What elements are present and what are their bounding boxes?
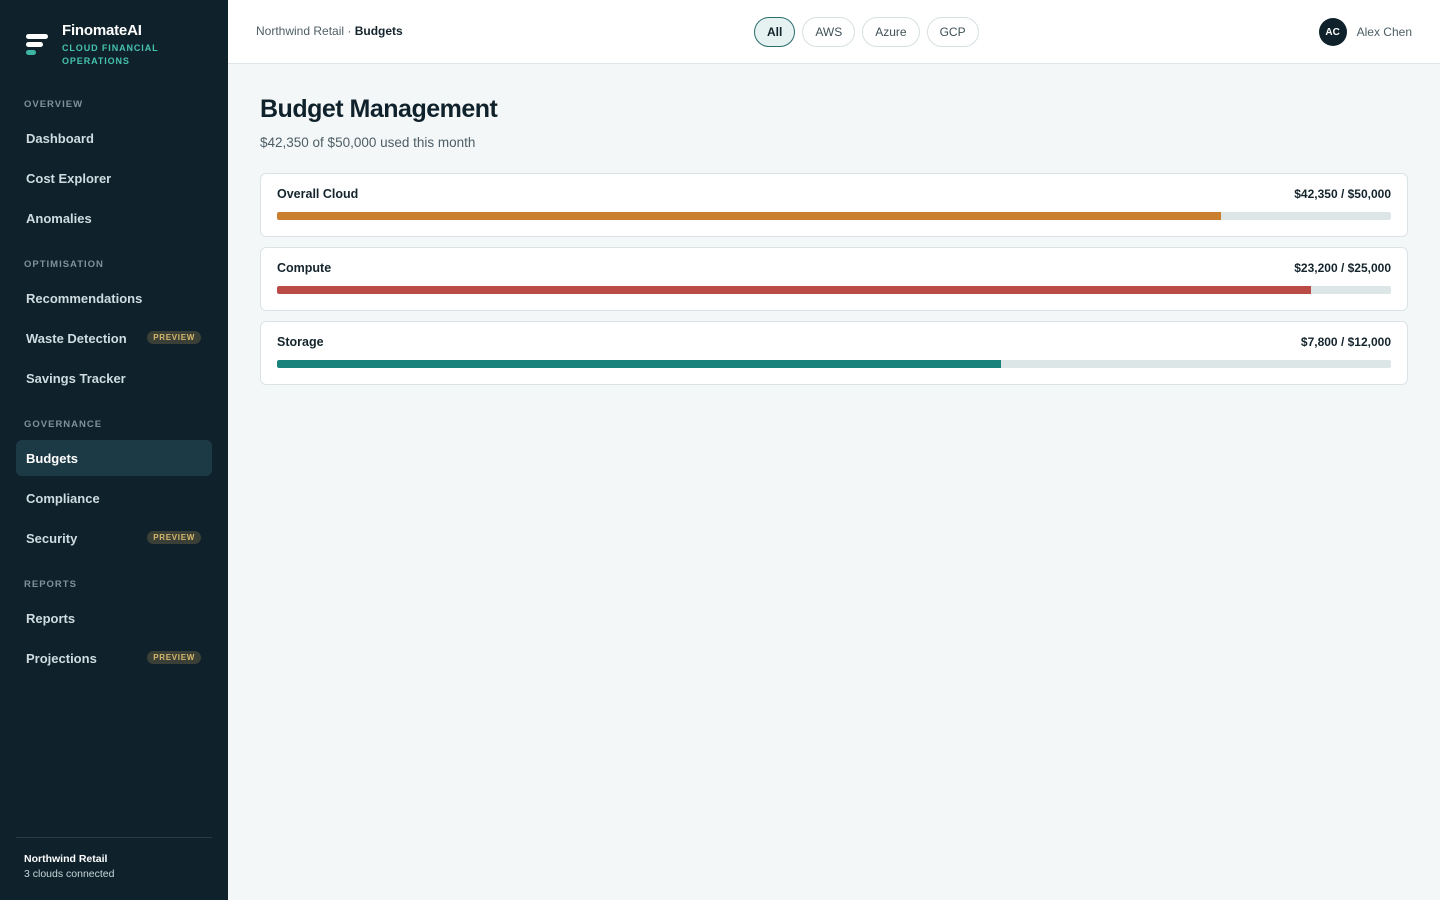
filter-chip-azure[interactable]: Azure [862, 17, 920, 47]
breadcrumb: Northwind Retail · Budgets [256, 24, 403, 38]
budget-progress-fill [277, 286, 1311, 294]
sidebar-item-anomalies[interactable]: Anomalies [16, 200, 212, 236]
tenant-status: 3 clouds connected [24, 868, 115, 880]
sidebar-item-label: Waste Detection [26, 330, 127, 346]
preview-badge: PREVIEW [147, 531, 201, 544]
budget-amount: $7,800 / $12,000 [1300, 335, 1391, 349]
preview-badge: PREVIEW [147, 331, 201, 344]
brand-name: FinomateAI [62, 22, 142, 39]
sidebar-item-label: Reports [26, 610, 76, 626]
sidebar-item-label: Budgets [26, 450, 78, 466]
breadcrumb-separator: · [344, 24, 355, 38]
tenant-name: Northwind Retail [24, 853, 108, 865]
sidebar: FinomateAI CLOUD FINANCIAL OPERATIONS OV… [0, 0, 228, 900]
budget-progress-fill [277, 360, 1002, 368]
budget-amount: $23,200 / $25,000 [1294, 261, 1391, 275]
budget-name: Storage [277, 335, 324, 349]
sidebar-item-label: Savings Tracker [26, 370, 126, 386]
sidebar-item-dashboard[interactable]: Dashboard [16, 120, 212, 156]
filter-chip-all[interactable]: All [754, 17, 796, 47]
budget-amount: $42,350 / $50,000 [1294, 187, 1391, 201]
breadcrumb-parent[interactable]: Northwind Retail [256, 24, 344, 38]
budget-progress-track [277, 360, 1391, 368]
avatar: AC [1318, 18, 1347, 46]
sidebar-item-label: Dashboard [26, 130, 94, 146]
filter-chip-aws[interactable]: AWS [802, 17, 856, 47]
cloud-filter-group: All AWS Azure GCP [754, 17, 986, 47]
sidebar-item-label: Compliance [26, 490, 100, 506]
sidebar-item-recommendations[interactable]: Recommendations [16, 280, 212, 316]
filter-chip-gcp[interactable]: GCP [926, 17, 979, 47]
nav-section-reports: REPORTS [24, 579, 77, 590]
nav-section-governance: GOVERNANCE [24, 419, 103, 430]
sidebar-item-cost-explorer[interactable]: Cost Explorer [16, 160, 212, 196]
sidebar-item-budgets[interactable]: Budgets [16, 440, 212, 476]
budget-card-compute[interactable]: Compute $23,200 / $25,000 [260, 247, 1408, 311]
finomate-logo-icon [26, 34, 50, 60]
page-subtitle: $42,350 of $50,000 used this month [260, 135, 476, 150]
sidebar-item-reports[interactable]: Reports [16, 600, 212, 636]
sidebar-item-label: Cost Explorer [26, 170, 112, 186]
budget-name: Compute [277, 261, 332, 275]
budget-progress-track [277, 212, 1391, 220]
budget-progress-track [277, 286, 1391, 294]
nav-section-overview: OVERVIEW [24, 99, 84, 110]
budget-card-storage[interactable]: Storage $7,800 / $12,000 [260, 321, 1408, 385]
budget-card-overall-cloud[interactable]: Overall Cloud $42,350 / $50,000 [260, 173, 1408, 237]
sidebar-item-label: Recommendations [26, 290, 143, 306]
brand-subtitle: CLOUD FINANCIAL OPERATIONS [62, 43, 159, 66]
sidebar-item-label: Security [26, 530, 78, 546]
budget-progress-fill [277, 212, 1221, 220]
preview-badge: PREVIEW [147, 651, 201, 664]
sidebar-item-projections[interactable]: Projections PREVIEW [16, 640, 212, 676]
budget-name: Overall Cloud [277, 187, 359, 201]
topbar: Northwind Retail · Budgets All AWS Azure… [228, 0, 1440, 64]
sidebar-item-label: Projections [26, 650, 97, 666]
sidebar-item-security[interactable]: Security PREVIEW [16, 520, 212, 556]
tenant-footer[interactable]: Northwind Retail 3 clouds connected [16, 837, 212, 900]
sidebar-item-compliance[interactable]: Compliance [16, 480, 212, 516]
user-menu[interactable]: AC Alex Chen [1318, 18, 1412, 46]
page-title: Budget Management [260, 95, 498, 123]
sidebar-item-label: Anomalies [26, 210, 92, 226]
user-name: Alex Chen [1356, 25, 1412, 39]
nav-section-optimisation: OPTIMISATION [24, 259, 104, 270]
sidebar-item-savings-tracker[interactable]: Savings Tracker [16, 360, 212, 396]
breadcrumb-current: Budgets [354, 24, 403, 38]
brand[interactable]: FinomateAI CLOUD FINANCIAL OPERATIONS [26, 22, 162, 68]
sidebar-item-waste-detection[interactable]: Waste Detection PREVIEW [16, 320, 212, 356]
